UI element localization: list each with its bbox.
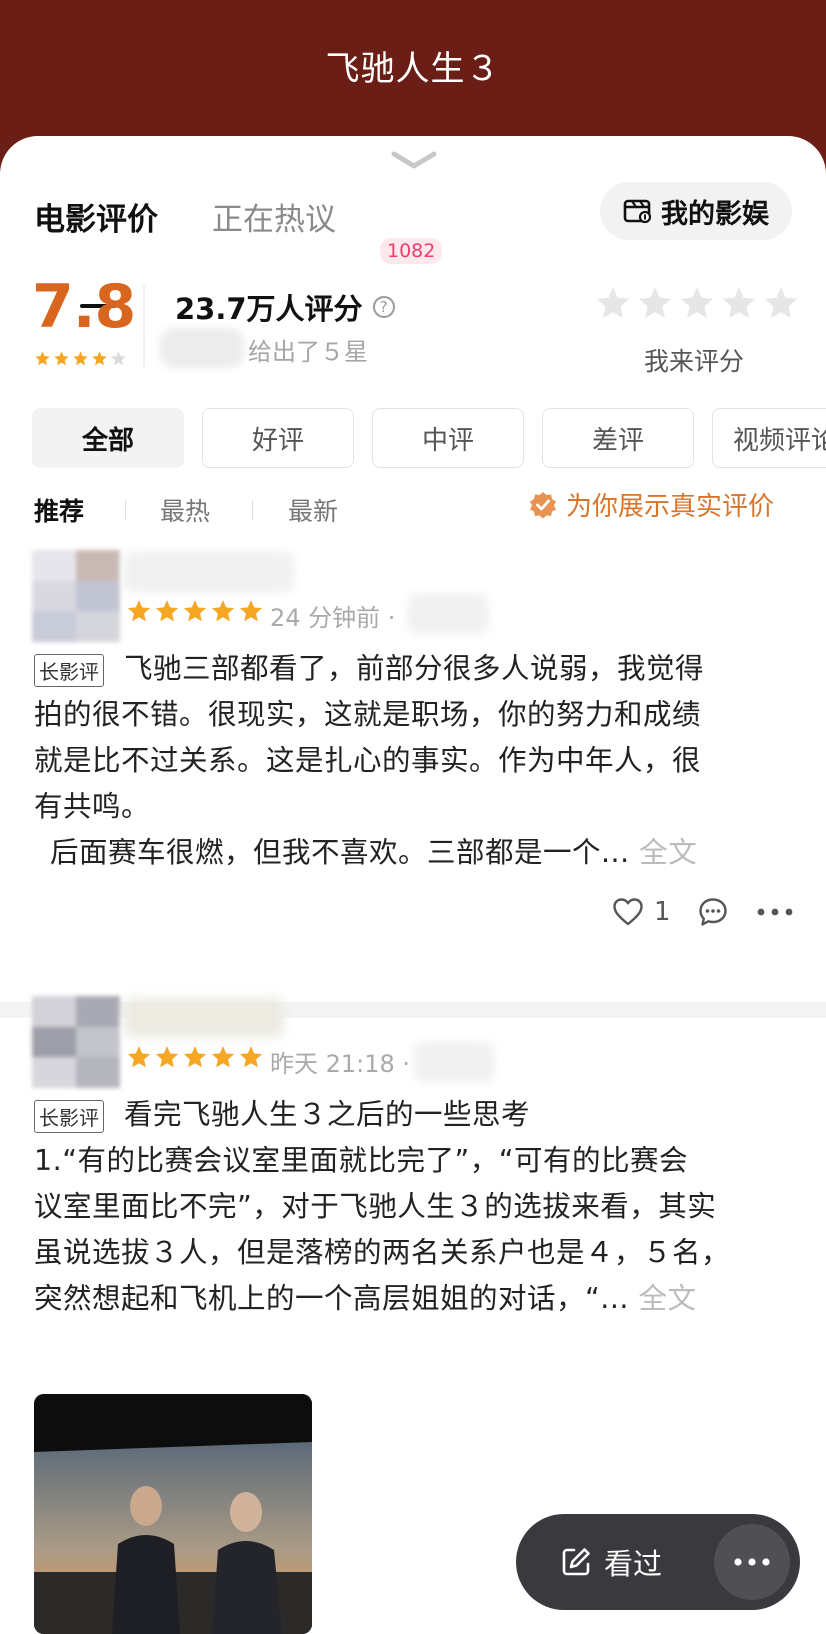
sort-hottest[interactable]: 最热 [160, 492, 210, 528]
review-line: 飞驰三部都看了，前部分很多人说弱，我觉得 [124, 652, 705, 685]
sort-divider [252, 500, 253, 520]
rate-star-icon[interactable] [678, 284, 716, 322]
like-heart-icon[interactable] [612, 897, 644, 927]
rate-stars-input[interactable] [594, 284, 800, 322]
filter-neutral[interactable]: 中评 [372, 408, 524, 468]
review-line: 有共鸣。 [34, 790, 151, 823]
review-stars [126, 598, 264, 624]
filter-positive[interactable]: 好评 [202, 408, 354, 468]
verified-badge-icon [530, 491, 556, 518]
review-star-icon [127, 600, 151, 622]
rate-star-icon[interactable] [594, 284, 632, 322]
username-blurred[interactable] [124, 998, 284, 1038]
long-review-tag: 长影评 [34, 1100, 104, 1133]
review-star-icon [155, 1046, 179, 1068]
review-stars [126, 1044, 264, 1070]
review-star-icon [211, 1046, 235, 1068]
review-line-text: 后面赛车很燃，但我不喜欢。三部都是一个... [50, 836, 630, 869]
watched-button[interactable]: 看过 [560, 1541, 662, 1583]
sort-recommended[interactable]: 推荐 [34, 492, 84, 528]
location-blurred [414, 1042, 494, 1082]
my-entertainment-label: 我的影娱 [661, 198, 769, 230]
sort-divider [125, 500, 126, 520]
review-star-icon [183, 600, 207, 622]
like-count: 1 [654, 897, 671, 927]
review-photo[interactable] [34, 1394, 312, 1634]
floating-action-bar: 看过 [516, 1514, 800, 1610]
rate-star-icon[interactable] [720, 284, 758, 322]
filter-negative[interactable]: 差评 [542, 408, 694, 468]
review-line: 后面赛车很燃，但我不喜欢。三部都是一个... 全文 [50, 830, 697, 876]
avatar[interactable] [32, 550, 120, 642]
my-entertainment-button[interactable]: 我的影娱 [600, 182, 792, 240]
watched-label: 看过 [604, 1547, 663, 1581]
username-blurred[interactable] [124, 552, 294, 592]
rate-label[interactable]: 我来评分 [644, 342, 744, 378]
filter-all[interactable]: 全部 [32, 408, 184, 468]
tab-hot-discussion[interactable]: 正在热议 [212, 194, 336, 239]
fab-more-button[interactable] [714, 1524, 790, 1600]
discussion-count-badge: 1082 [380, 238, 443, 264]
expand-full-link[interactable]: 全文 [639, 1282, 697, 1315]
review-actions: 1 [612, 896, 795, 928]
review-line: 拍的很不错。很现实，这就是职场，你的努力和成绩 [34, 698, 702, 731]
friend-rating-text: 给出了５星 [248, 338, 368, 366]
review-star-icon [211, 600, 235, 622]
rate-star-icon[interactable] [636, 284, 674, 322]
review-time: 昨天 21:18 · [270, 1050, 411, 1078]
page-header: 飞驰人生３ [0, 0, 826, 140]
score-star-icon [73, 351, 88, 366]
avatar[interactable] [32, 996, 120, 1088]
review-line-text: 突然想起和飞机上的一个高层姐姐的对话，“... [34, 1282, 629, 1315]
help-icon[interactable]: ? [372, 296, 395, 318]
rate-star-icon[interactable] [762, 284, 800, 322]
score-star-icon [111, 351, 126, 366]
long-review-tag: 长影评 [34, 654, 104, 687]
score-stars [34, 350, 127, 367]
rating-divider [143, 286, 145, 368]
review-star-icon [127, 1046, 151, 1068]
score-star-icon [35, 351, 50, 366]
more-dots-icon [734, 1558, 770, 1566]
review-time: 24 分钟前 · [270, 604, 396, 632]
filter-video[interactable]: 视频评论 [712, 408, 826, 468]
movie-still-image [34, 1394, 312, 1634]
review-star-icon [183, 1046, 207, 1068]
review-line: 议室里面比不完”，对于飞驰人生３的选拔来看，其实 [34, 1190, 717, 1223]
tab-movie-reviews[interactable]: 电影评价 [34, 194, 158, 239]
location-blurred [408, 594, 488, 634]
review-line: 1.“有的比赛会议室里面就比完了”，“可有的比赛会 [34, 1144, 688, 1177]
friend-avatars-blurred [160, 328, 244, 368]
collapse-chevron-icon[interactable] [390, 150, 438, 172]
rating-count-text: 23.7万人评分 [175, 292, 363, 326]
score-star-icon [54, 351, 69, 366]
expand-full-link[interactable]: 全文 [639, 836, 697, 869]
review-star-icon [155, 600, 179, 622]
page-title: 飞驰人生３ [325, 48, 501, 89]
movie-score: 7.8 [32, 272, 136, 342]
film-ticket-icon [623, 199, 652, 224]
review-line: 就是比不过关系。这是扎心的事实。作为中年人，很 [34, 744, 702, 777]
real-reviews-notice: 为你展示真实评价 [528, 486, 774, 523]
comment-icon[interactable] [697, 896, 729, 928]
review-star-icon [239, 600, 263, 622]
review-star-icon [239, 1046, 263, 1068]
edit-icon [562, 1548, 590, 1576]
real-reviews-label: 为你展示真实评价 [566, 492, 775, 522]
sort-newest[interactable]: 最新 [288, 492, 338, 528]
more-options-icon[interactable] [755, 906, 795, 918]
review-line: 虽说选拔３人，但是落榜的两名关系户也是４，５名， [34, 1236, 731, 1269]
review-title: 看完飞驰人生３之后的一些思考 [124, 1098, 531, 1131]
review-line: 突然想起和飞机上的一个高层姐姐的对话，“... 全文 [34, 1276, 697, 1322]
score-star-icon [92, 351, 107, 366]
rating-count: 23.7万人评分 ? [175, 286, 395, 328]
review-sheet: 电影评价 正在热议 1082 我的影娱 7.8 23.7万人评分 ? 给出了５星… [0, 136, 826, 1634]
